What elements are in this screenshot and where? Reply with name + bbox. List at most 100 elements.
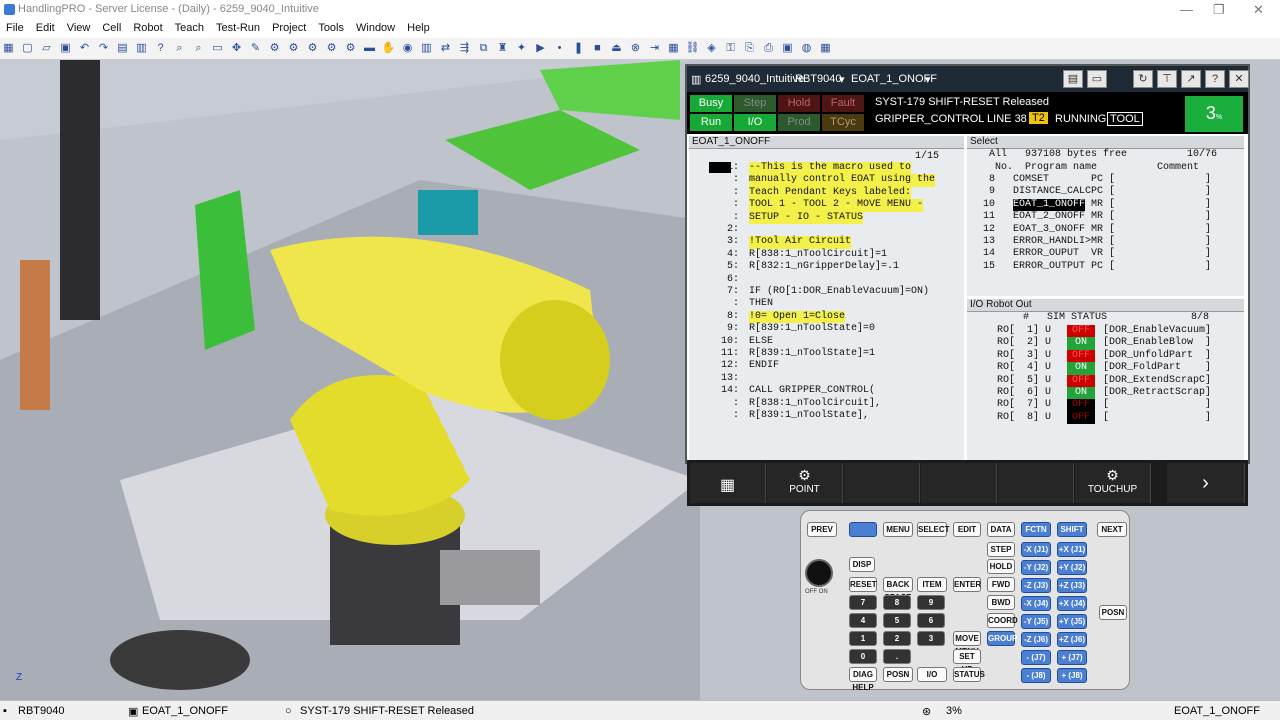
touchup-button[interactable]: ⚙ TOUCHUP	[1075, 463, 1151, 503]
menu-file[interactable]: File	[0, 20, 30, 34]
item-key[interactable]: ITEM	[917, 577, 947, 592]
status-key[interactable]: STATUS	[953, 667, 985, 682]
menu-test-run[interactable]: Test-Run	[210, 20, 266, 34]
code-line[interactable]: --This is the macro used to	[749, 162, 912, 175]
digit-key-0[interactable]: 0	[849, 649, 877, 664]
posn-side-key[interactable]: POSN	[1099, 605, 1127, 620]
pencil-icon[interactable]: ✎	[247, 40, 264, 57]
jog-key[interactable]: -Y (J5)	[1021, 614, 1051, 629]
play-icon[interactable]: ▶	[532, 40, 549, 57]
jog-key[interactable]: -Y (J2)	[1021, 560, 1051, 575]
menu-view[interactable]: View	[61, 20, 97, 34]
prev-key[interactable]: PREV	[807, 522, 837, 537]
robot4-icon[interactable]: ⚙	[323, 40, 340, 57]
select-key[interactable]: SELECT	[917, 522, 950, 537]
enter-key[interactable]: ENTER	[953, 577, 981, 592]
f2-button[interactable]	[844, 463, 920, 503]
arm-icon[interactable]: ↗	[1181, 70, 1201, 88]
digit-key-9[interactable]: 9	[917, 595, 945, 610]
maximize-button[interactable]: ❐	[1213, 2, 1225, 18]
data-key[interactable]: DATA	[987, 522, 1015, 537]
program-row[interactable]: 11 EOAT_2_ONOFF MR [ ]	[977, 211, 1211, 223]
grid-icon[interactable]: ▦	[0, 40, 17, 57]
zoom-window-icon[interactable]: ▭	[209, 40, 226, 57]
digit-key-7[interactable]: 7	[849, 595, 877, 610]
new-icon[interactable]: ▢	[19, 40, 36, 57]
code-line[interactable]: R[839:1_nToolState]=1	[749, 348, 875, 360]
step-key[interactable]: STEP	[987, 542, 1015, 557]
box-icon[interactable]: ▣	[779, 40, 796, 57]
save-icon[interactable]: ▣	[57, 40, 74, 57]
menu-key[interactable]: MENU	[883, 522, 913, 537]
setup-key[interactable]: SET UP	[953, 649, 981, 674]
bars-icon[interactable]: ▥	[133, 40, 150, 57]
code-line[interactable]: R[838:1_nToolCircuit]=1	[749, 249, 887, 261]
jog-key[interactable]: +X (J1)	[1057, 542, 1087, 557]
jog-key[interactable]: + (J8)	[1057, 668, 1087, 683]
jog-key[interactable]: +Z (J3)	[1057, 578, 1087, 593]
link-icon[interactable]: ⛓	[684, 40, 701, 57]
tool-icon[interactable]: ♜	[494, 40, 511, 57]
menu-cell[interactable]: Cell	[96, 20, 127, 34]
program-chevron-icon[interactable]: ▾	[925, 73, 931, 86]
jog-key[interactable]: + (J7)	[1057, 650, 1087, 665]
digit-key-2[interactable]: 2	[883, 631, 911, 646]
hand-icon[interactable]: ✋	[380, 40, 397, 57]
minimize-button[interactable]: —	[1180, 2, 1193, 17]
program-row[interactable]: 13 ERROR_HANDLI>MR [ ]	[977, 236, 1211, 248]
app-grid-button[interactable]: ▦	[690, 463, 766, 503]
program-row[interactable]: 8 COMSET PC [ ]	[977, 174, 1211, 186]
digit-key-6[interactable]: 6	[917, 613, 945, 628]
jog-key[interactable]: +X (J4)	[1057, 596, 1087, 611]
posn-key[interactable]: POSN	[883, 667, 913, 682]
redo-icon[interactable]: ↷	[95, 40, 112, 57]
override-indicator[interactable]: 3%	[1185, 96, 1243, 132]
selected-program[interactable]: EOAT_1_ONOFF	[1013, 198, 1086, 212]
jog-key[interactable]: +Y (J2)	[1057, 560, 1087, 575]
camera-icon[interactable]: ◉	[399, 40, 416, 57]
reset-key[interactable]: RESET	[849, 577, 877, 592]
io-status-badge[interactable]: ON	[1067, 337, 1095, 350]
digit-key-4[interactable]: 4	[849, 613, 877, 628]
code-line[interactable]: Teach Pendant Keys labeled:	[749, 186, 912, 200]
movemenu-key[interactable]: MOVE MENU	[953, 631, 981, 656]
fwd-key[interactable]: FWD	[987, 577, 1015, 592]
jog-key[interactable]: +Z (J6)	[1057, 632, 1087, 647]
menu-icon[interactable]: ▥	[691, 73, 701, 86]
code-line[interactable]: !Tool Air Circuit	[749, 236, 852, 249]
blank-key[interactable]	[849, 522, 877, 537]
code-line[interactable]: manually control EOAT using the	[749, 174, 936, 187]
help-icon[interactable]: ?	[152, 40, 169, 57]
code-line[interactable]: R[838:1_nToolCircuit],	[749, 398, 881, 410]
next-page-button[interactable]: ›	[1167, 463, 1245, 503]
next-key[interactable]: NEXT	[1097, 522, 1127, 537]
jog-key[interactable]: -Z (J6)	[1021, 632, 1051, 647]
io-status-badge[interactable]: OFF	[1067, 349, 1095, 363]
program-list[interactable]: 8 COMSET PC [ ] 9 DISTANCE_CALCPC [ ] 10…	[967, 174, 1244, 294]
jog-key[interactable]: -X (J1)	[1021, 542, 1051, 557]
point-button[interactable]: ⚙ POINT	[767, 463, 843, 503]
zoom-out-icon[interactable]: ⌕	[190, 40, 207, 57]
menu-tools[interactable]: Tools	[312, 20, 350, 34]
undo-icon[interactable]: ↶	[76, 40, 93, 57]
coord-key[interactable]: COORD	[987, 613, 1018, 628]
menu-help[interactable]: Help	[401, 20, 436, 34]
digit-key-.[interactable]: .	[883, 649, 911, 664]
key-icon[interactable]: ⚿	[722, 40, 739, 57]
dot-icon[interactable]: •	[551, 40, 568, 57]
digit-key-8[interactable]: 8	[883, 595, 911, 610]
code-line[interactable]: CALL GRIPPER_CONTROL(	[749, 385, 875, 397]
flow-icon[interactable]: ⇶	[456, 40, 473, 57]
edit-key[interactable]: EDIT	[953, 522, 981, 537]
jog-key[interactable]: +Y (J5)	[1057, 614, 1087, 629]
code-line[interactable]: !0= Open 1=Close	[749, 310, 846, 324]
jog-key[interactable]: -X (J4)	[1021, 596, 1051, 611]
open-icon[interactable]: ▱	[38, 40, 55, 57]
ruler-icon[interactable]: ▬	[361, 40, 378, 57]
help-icon[interactable]: ?	[1205, 70, 1225, 88]
fctn-key[interactable]: FCTN	[1021, 522, 1051, 537]
menu-edit[interactable]: Edit	[30, 20, 61, 34]
io-key[interactable]: I/O	[917, 667, 947, 682]
program-row[interactable]: 14 ERROR_OUPUT VR [ ]	[977, 248, 1211, 260]
grid2-icon[interactable]: ▦	[817, 40, 834, 57]
